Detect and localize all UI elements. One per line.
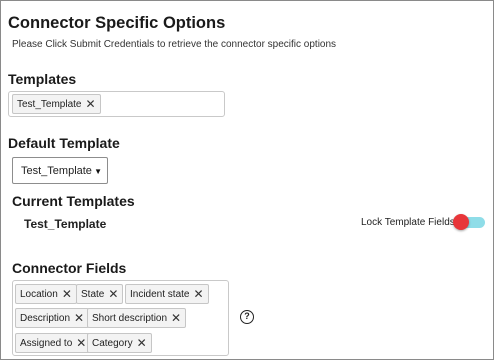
- caret-down-icon: ▼: [94, 167, 102, 176]
- template-chip: Test_Template ✕: [12, 94, 101, 114]
- select-value: Test_Template: [21, 164, 92, 177]
- field-chip-state: State ✕: [76, 284, 124, 304]
- close-icon[interactable]: ✕: [85, 98, 95, 110]
- current-templates-label: Current Templates: [12, 193, 135, 209]
- connector-fields-label: Connector Fields: [12, 260, 127, 276]
- close-icon[interactable]: ✕: [137, 337, 147, 349]
- close-icon[interactable]: ✕: [193, 288, 203, 300]
- chip-label: Category: [92, 337, 133, 349]
- chip-label: Location: [20, 288, 58, 300]
- default-template-select[interactable]: Test_Template ▼: [12, 157, 108, 184]
- chip-label: Assigned to: [20, 337, 73, 349]
- chip-label: Description: [20, 312, 71, 324]
- close-icon[interactable]: ✕: [171, 312, 181, 324]
- field-chip-description: Description ✕: [15, 308, 90, 328]
- connector-fields-input[interactable]: Location ✕ State ✕ Incident state ✕ Desc…: [12, 280, 229, 356]
- page-title: Connector Specific Options: [8, 14, 226, 32]
- field-chip-category: Category ✕: [87, 333, 152, 353]
- help-circle-icon[interactable]: ?: [240, 310, 254, 324]
- chip-label: State: [81, 288, 105, 300]
- close-icon[interactable]: ✕: [62, 288, 72, 300]
- field-chip-incident-state: Incident state ✕: [125, 284, 209, 304]
- default-template-label: Default Template: [8, 135, 120, 151]
- field-chip-short-description: Short description ✕: [87, 308, 187, 328]
- chip-label: Test_Template: [17, 98, 82, 110]
- templates-label: Templates: [8, 71, 77, 87]
- chip-label: Incident state: [130, 288, 190, 300]
- field-chip-location: Location ✕: [15, 284, 77, 304]
- templates-input[interactable]: Test_Template ✕: [8, 91, 225, 117]
- field-chip-assigned-to: Assigned to ✕: [15, 333, 92, 353]
- close-icon[interactable]: ✕: [74, 312, 84, 324]
- close-icon[interactable]: ✕: [108, 288, 118, 300]
- lock-template-fields-label: Lock Template Fields: [361, 217, 455, 228]
- connector-options-panel: Connector Specific Options Please Click …: [0, 0, 494, 360]
- current-template-name: Test_Template: [24, 217, 107, 231]
- close-icon[interactable]: ✕: [76, 337, 86, 349]
- chip-label: Short description: [92, 312, 168, 324]
- toggle-knob[interactable]: [453, 214, 469, 230]
- page-subtitle: Please Click Submit Credentials to retri…: [12, 39, 337, 50]
